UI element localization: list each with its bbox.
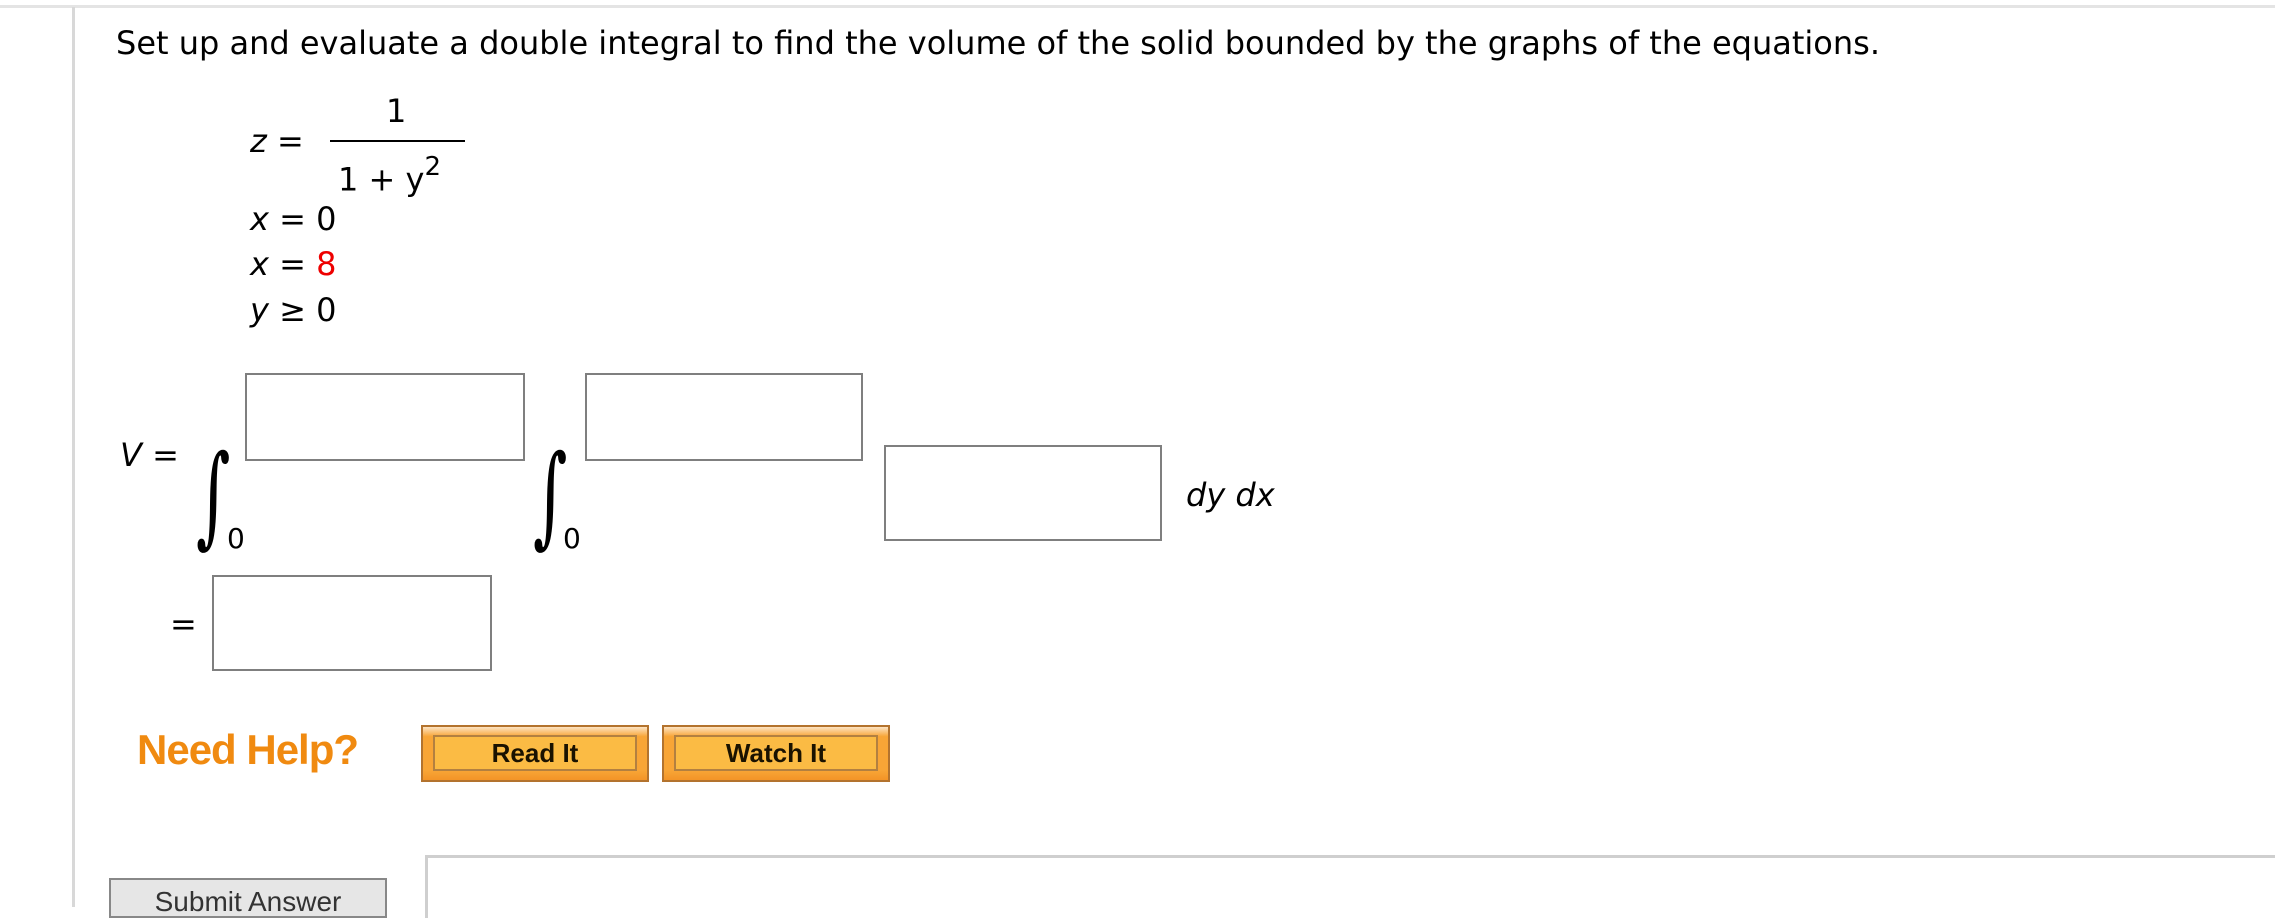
differentials: dy dx	[1186, 476, 1275, 514]
outer-integral-sign: ∫	[196, 431, 231, 559]
top-divider	[0, 5, 2275, 8]
outer-lower-limit: 0	[227, 522, 245, 555]
outer-upper-limit-input[interactable]	[245, 373, 525, 461]
watch-it-button[interactable]: Watch It	[662, 725, 890, 782]
equation-x-0: x = 0	[250, 200, 337, 238]
left-divider	[72, 7, 75, 907]
inner-lower-limit: 0	[563, 522, 581, 555]
submit-answer-button[interactable]: Submit Answer	[109, 878, 387, 918]
result-input[interactable]	[212, 575, 492, 671]
z-denominator: 1 + y2	[338, 152, 441, 199]
z-denominator-exponent: 2	[424, 152, 441, 182]
equals-sign: =	[170, 605, 197, 643]
integrand-input[interactable]	[884, 445, 1162, 541]
equation-x-8: x = 8	[250, 245, 337, 283]
feedback-panel	[425, 855, 2275, 918]
question-prompt: Set up and evaluate a double integral to…	[116, 24, 1880, 62]
inner-upper-limit-input[interactable]	[585, 373, 863, 461]
z-numerator: 1	[386, 92, 407, 130]
z-equation-lhs: z =	[250, 122, 304, 160]
z-denominator-base: 1 + y	[338, 160, 425, 199]
read-it-button[interactable]: Read It	[421, 725, 649, 782]
read-it-label: Read It	[433, 735, 637, 771]
equation-y-ge-0: y ≥ 0	[250, 291, 337, 329]
v-label: V =	[120, 436, 179, 474]
watch-it-label: Watch It	[674, 735, 878, 771]
fraction-bar	[330, 140, 465, 142]
need-help-label: Need Help?	[137, 726, 359, 773]
